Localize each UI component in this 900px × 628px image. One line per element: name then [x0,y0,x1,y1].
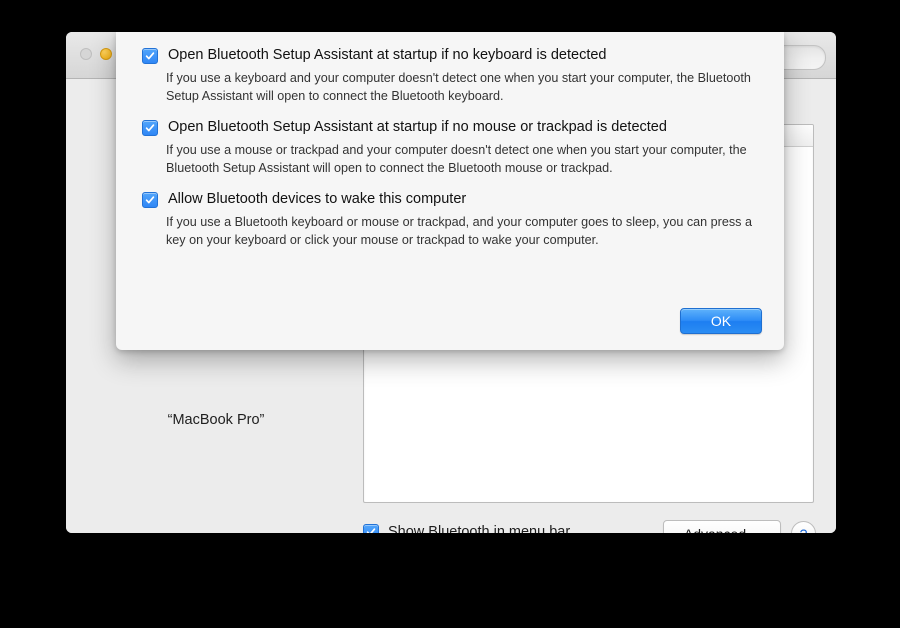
option-label: Open Bluetooth Setup Assistant at startu… [168,119,667,135]
option-description: If you use a Bluetooth keyboard or mouse… [166,215,752,247]
local-device-name: “MacBook Pro” [167,412,265,428]
ok-button[interactable]: OK [680,308,762,334]
advanced-button[interactable]: Advanced… [663,520,781,533]
checkbox-checked-icon [363,524,379,533]
show-bluetooth-in-menu-bar-checkbox[interactable]: Show Bluetooth in menu bar [363,524,570,533]
option-description: If you use a mouse or trackpad and your … [166,143,747,175]
option-mouse-trackpad-setup-assistant: Open Bluetooth Setup Assistant at startu… [142,119,762,177]
question-mark-icon: ? [800,526,808,534]
bluetooth-preferences-window: Bluetooth Search “MacBook Pro” [66,32,836,533]
sheet-footer: OK [680,308,762,334]
option-keyboard-setup-assistant-checkbox[interactable]: Open Bluetooth Setup Assistant at startu… [142,47,762,64]
show-bluetooth-in-menu-bar-label: Show Bluetooth in menu bar [388,524,571,533]
checkbox-checked-icon [142,120,158,136]
option-keyboard-setup-assistant: Open Bluetooth Setup Assistant at startu… [142,47,762,105]
bluetooth-advanced-sheet: Open Bluetooth Setup Assistant at startu… [116,32,784,350]
devices-list-scrollbar[interactable] [803,147,812,501]
option-mouse-trackpad-setup-assistant-checkbox[interactable]: Open Bluetooth Setup Assistant at startu… [142,119,762,136]
option-wake-computer: Allow Bluetooth devices to wake this com… [142,191,762,249]
option-label: Open Bluetooth Setup Assistant at startu… [168,47,607,63]
option-wake-computer-checkbox[interactable]: Allow Bluetooth devices to wake this com… [142,191,762,208]
option-description: If you use a keyboard and your computer … [166,71,751,103]
checkbox-checked-icon [142,48,158,64]
checkbox-checked-icon [142,192,158,208]
bottom-controls: Show Bluetooth in menu bar Advanced… ? [66,516,836,533]
sheet-options-list: Open Bluetooth Setup Assistant at startu… [116,32,784,249]
option-label: Allow Bluetooth devices to wake this com… [168,191,467,207]
help-button[interactable]: ? [791,521,816,533]
